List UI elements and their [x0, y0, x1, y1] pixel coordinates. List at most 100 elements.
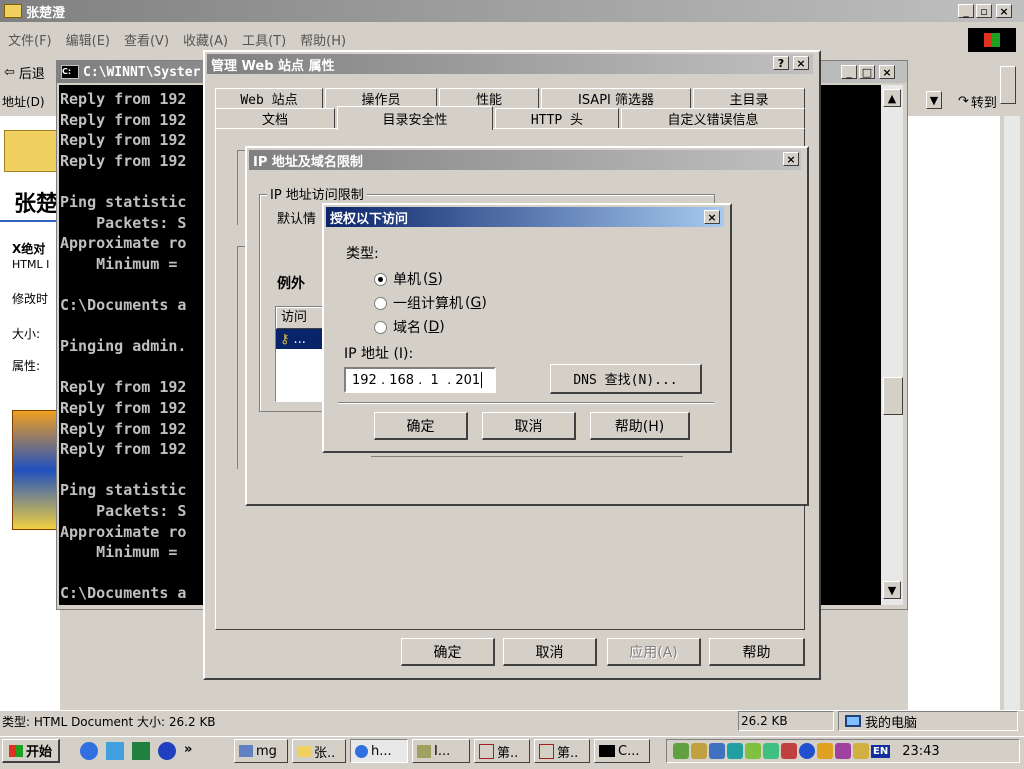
clock[interactable]: 23:43: [902, 744, 939, 759]
explorer-maximize-button[interactable]: ▫: [976, 4, 992, 18]
grant-access-close-button[interactable]: ×: [704, 210, 720, 224]
tab-performance[interactable]: 性能: [439, 88, 539, 108]
task-folder[interactable]: 张..: [292, 739, 346, 763]
doc-icon: [539, 743, 554, 759]
radio-single-computer[interactable]: 单机 (S): [374, 269, 443, 289]
grant-access-dialog: 授权以下访问 × 类型: 单机 (S) 一组计算机 (G) 域名 (D) IP …: [322, 203, 732, 453]
language-indicator[interactable]: EN: [871, 744, 891, 758]
tab-home-directory[interactable]: 主目录: [693, 88, 805, 108]
ip-address-input[interactable]: 192 . 168 . 1 . 201: [344, 367, 496, 393]
desktop-icon[interactable]: [132, 742, 150, 760]
task-chapter-2[interactable]: 第..: [534, 739, 590, 763]
status-size: 26.2 KB: [738, 711, 834, 731]
task-iis[interactable]: I...: [412, 739, 470, 763]
properties-close-button[interactable]: ×: [793, 56, 809, 70]
ip-address-label: IP 地址 (I):: [344, 346, 414, 362]
console-scroll-up-icon[interactable]: ▲: [883, 89, 901, 107]
menu-help[interactable]: 帮助(H): [300, 30, 346, 49]
tray-icon-8[interactable]: [799, 743, 815, 759]
explorer-vertical-scrollbar[interactable]: [1004, 116, 1020, 710]
grant-cancel-button[interactable]: 取消: [482, 412, 576, 440]
tray-icon-6[interactable]: [763, 743, 779, 759]
outlook-icon[interactable]: [106, 742, 124, 760]
radio-domain-name[interactable]: 域名 (D): [374, 317, 445, 337]
tray-icon-1[interactable]: [673, 743, 689, 759]
console-close-button[interactable]: ×: [879, 65, 895, 79]
menu-view[interactable]: 查看(V): [124, 30, 169, 49]
ip-restrictions-close-button[interactable]: ×: [783, 152, 799, 166]
go-button[interactable]: ↷ 转到: [958, 92, 997, 111]
menu-tools[interactable]: 工具(T): [242, 30, 286, 49]
chevron-right-icon[interactable]: »: [184, 742, 192, 760]
tab-custom-errors[interactable]: 自定义错误信息: [621, 108, 805, 128]
console-scroll-down-icon[interactable]: ▼: [883, 581, 901, 599]
ip-restrictions-titlebar[interactable]: IP 地址及域名限制: [249, 150, 801, 170]
properties-cancel-button[interactable]: 取消: [503, 638, 597, 666]
status-zone: 我的电脑: [838, 711, 1018, 731]
explorer-scroll-grip[interactable]: [1000, 66, 1016, 104]
network-icon[interactable]: [709, 743, 725, 759]
speaker-icon[interactable]: [691, 743, 707, 759]
menu-edit[interactable]: 编辑(E): [66, 30, 110, 49]
ie-icon[interactable]: [80, 742, 98, 760]
tray-icon-5[interactable]: [745, 743, 761, 759]
console-line: Ping statistic: [60, 193, 187, 211]
back-arrow-icon: ⇦: [4, 64, 15, 80]
media-icon[interactable]: [158, 742, 176, 760]
radio-domain-indicator[interactable]: [374, 320, 387, 334]
chevron-down-icon[interactable]: ▼: [926, 91, 942, 109]
tab-directory-security[interactable]: 目录安全性: [337, 106, 493, 130]
console-line: Reply from 192: [60, 151, 187, 170]
user-icon[interactable]: [853, 743, 869, 759]
task-chapter-1[interactable]: 第..: [474, 739, 530, 763]
properties-help-button[interactable]: ?: [773, 56, 789, 70]
shield-icon[interactable]: [781, 743, 797, 759]
left-text-1: X绝对: [12, 242, 46, 256]
tab-http-headers[interactable]: HTTP 头: [495, 108, 619, 128]
tab-isapi-filters[interactable]: ISAPI 筛选器: [541, 88, 691, 108]
explorer-close-button[interactable]: ×: [996, 4, 1012, 18]
quick-launch: »: [80, 742, 192, 760]
explorer-titlebar[interactable]: 张楚澄: [0, 0, 1024, 22]
radio-group-of-computers[interactable]: 一组计算机 (G): [374, 293, 487, 313]
grant-ok-button[interactable]: 确定: [374, 412, 468, 440]
console-line: Reply from 192: [60, 419, 187, 438]
properties-titlebar[interactable]: 管理 Web 站点 属性: [207, 54, 813, 74]
radio-single-computer-indicator[interactable]: [374, 272, 387, 286]
explorer-minimize-button[interactable]: _: [958, 4, 974, 18]
tray-icon-4[interactable]: [727, 743, 743, 759]
menu-file[interactable]: 文件(F): [8, 30, 52, 49]
properties-help-bottom-button[interactable]: 帮助: [709, 638, 805, 666]
explorer-menubar: 文件(F) 编辑(E) 查看(V) 收藏(A) 工具(T) 帮助(H): [0, 28, 968, 50]
console-line: Minimum =: [60, 543, 178, 562]
explorer-back-button[interactable]: ⇦ 后退: [4, 62, 45, 82]
properties-apply-button[interactable]: 应用(A): [607, 638, 701, 666]
tray-icon-10[interactable]: [835, 743, 851, 759]
windows-logo-icon: [968, 28, 1016, 52]
console-scroll-thumb[interactable]: [883, 377, 903, 415]
console-scrollbar[interactable]: ▲ ▼: [881, 85, 903, 605]
dns-lookup-button[interactable]: DNS 查找(N)...: [550, 364, 702, 394]
key-icon: ⚷: [280, 331, 290, 347]
tab-documents[interactable]: 文档: [215, 108, 335, 128]
console-maximize-button[interactable]: □: [859, 65, 875, 79]
task-html[interactable]: h...: [350, 739, 408, 763]
address-dropdown-button[interactable]: ▼: [926, 91, 942, 109]
tray-icon-9[interactable]: [817, 743, 833, 759]
grant-access-title: 授权以下访问: [330, 211, 409, 227]
properties-ok-button[interactable]: 确定: [401, 638, 495, 666]
tab-operators[interactable]: 操作员: [325, 88, 437, 108]
menu-favorites[interactable]: 收藏(A): [183, 30, 228, 49]
task-console[interactable]: C...: [594, 739, 650, 763]
grant-access-titlebar[interactable]: 授权以下访问: [326, 207, 724, 227]
radio-group-indicator[interactable]: [374, 296, 387, 310]
console-line: Approximate ro: [60, 522, 187, 541]
tab-web-site[interactable]: Web 站点: [215, 88, 323, 108]
grant-help-button[interactable]: 帮助(H): [590, 412, 690, 440]
start-button[interactable]: 开始: [2, 739, 60, 763]
task-mg[interactable]: mg: [234, 739, 288, 763]
console-minimize-button[interactable]: _: [841, 65, 857, 79]
task-icon: [239, 745, 253, 757]
text-cursor: [481, 372, 483, 388]
console-line: Minimum =: [60, 254, 178, 273]
